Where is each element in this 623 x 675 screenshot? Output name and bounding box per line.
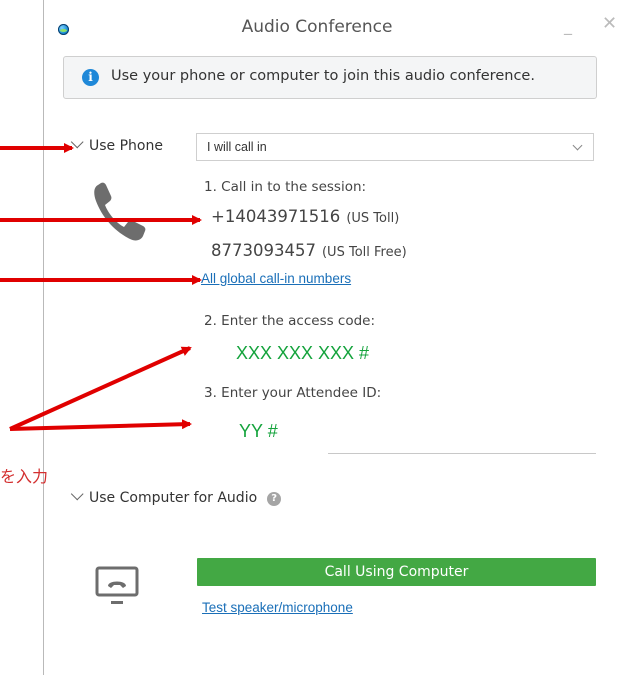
arrow-to-attendee-id (9, 419, 192, 431)
annotation-note: を入力 (0, 467, 49, 486)
annotation-arrows (0, 143, 202, 431)
arrow-to-access-code (9, 346, 192, 431)
